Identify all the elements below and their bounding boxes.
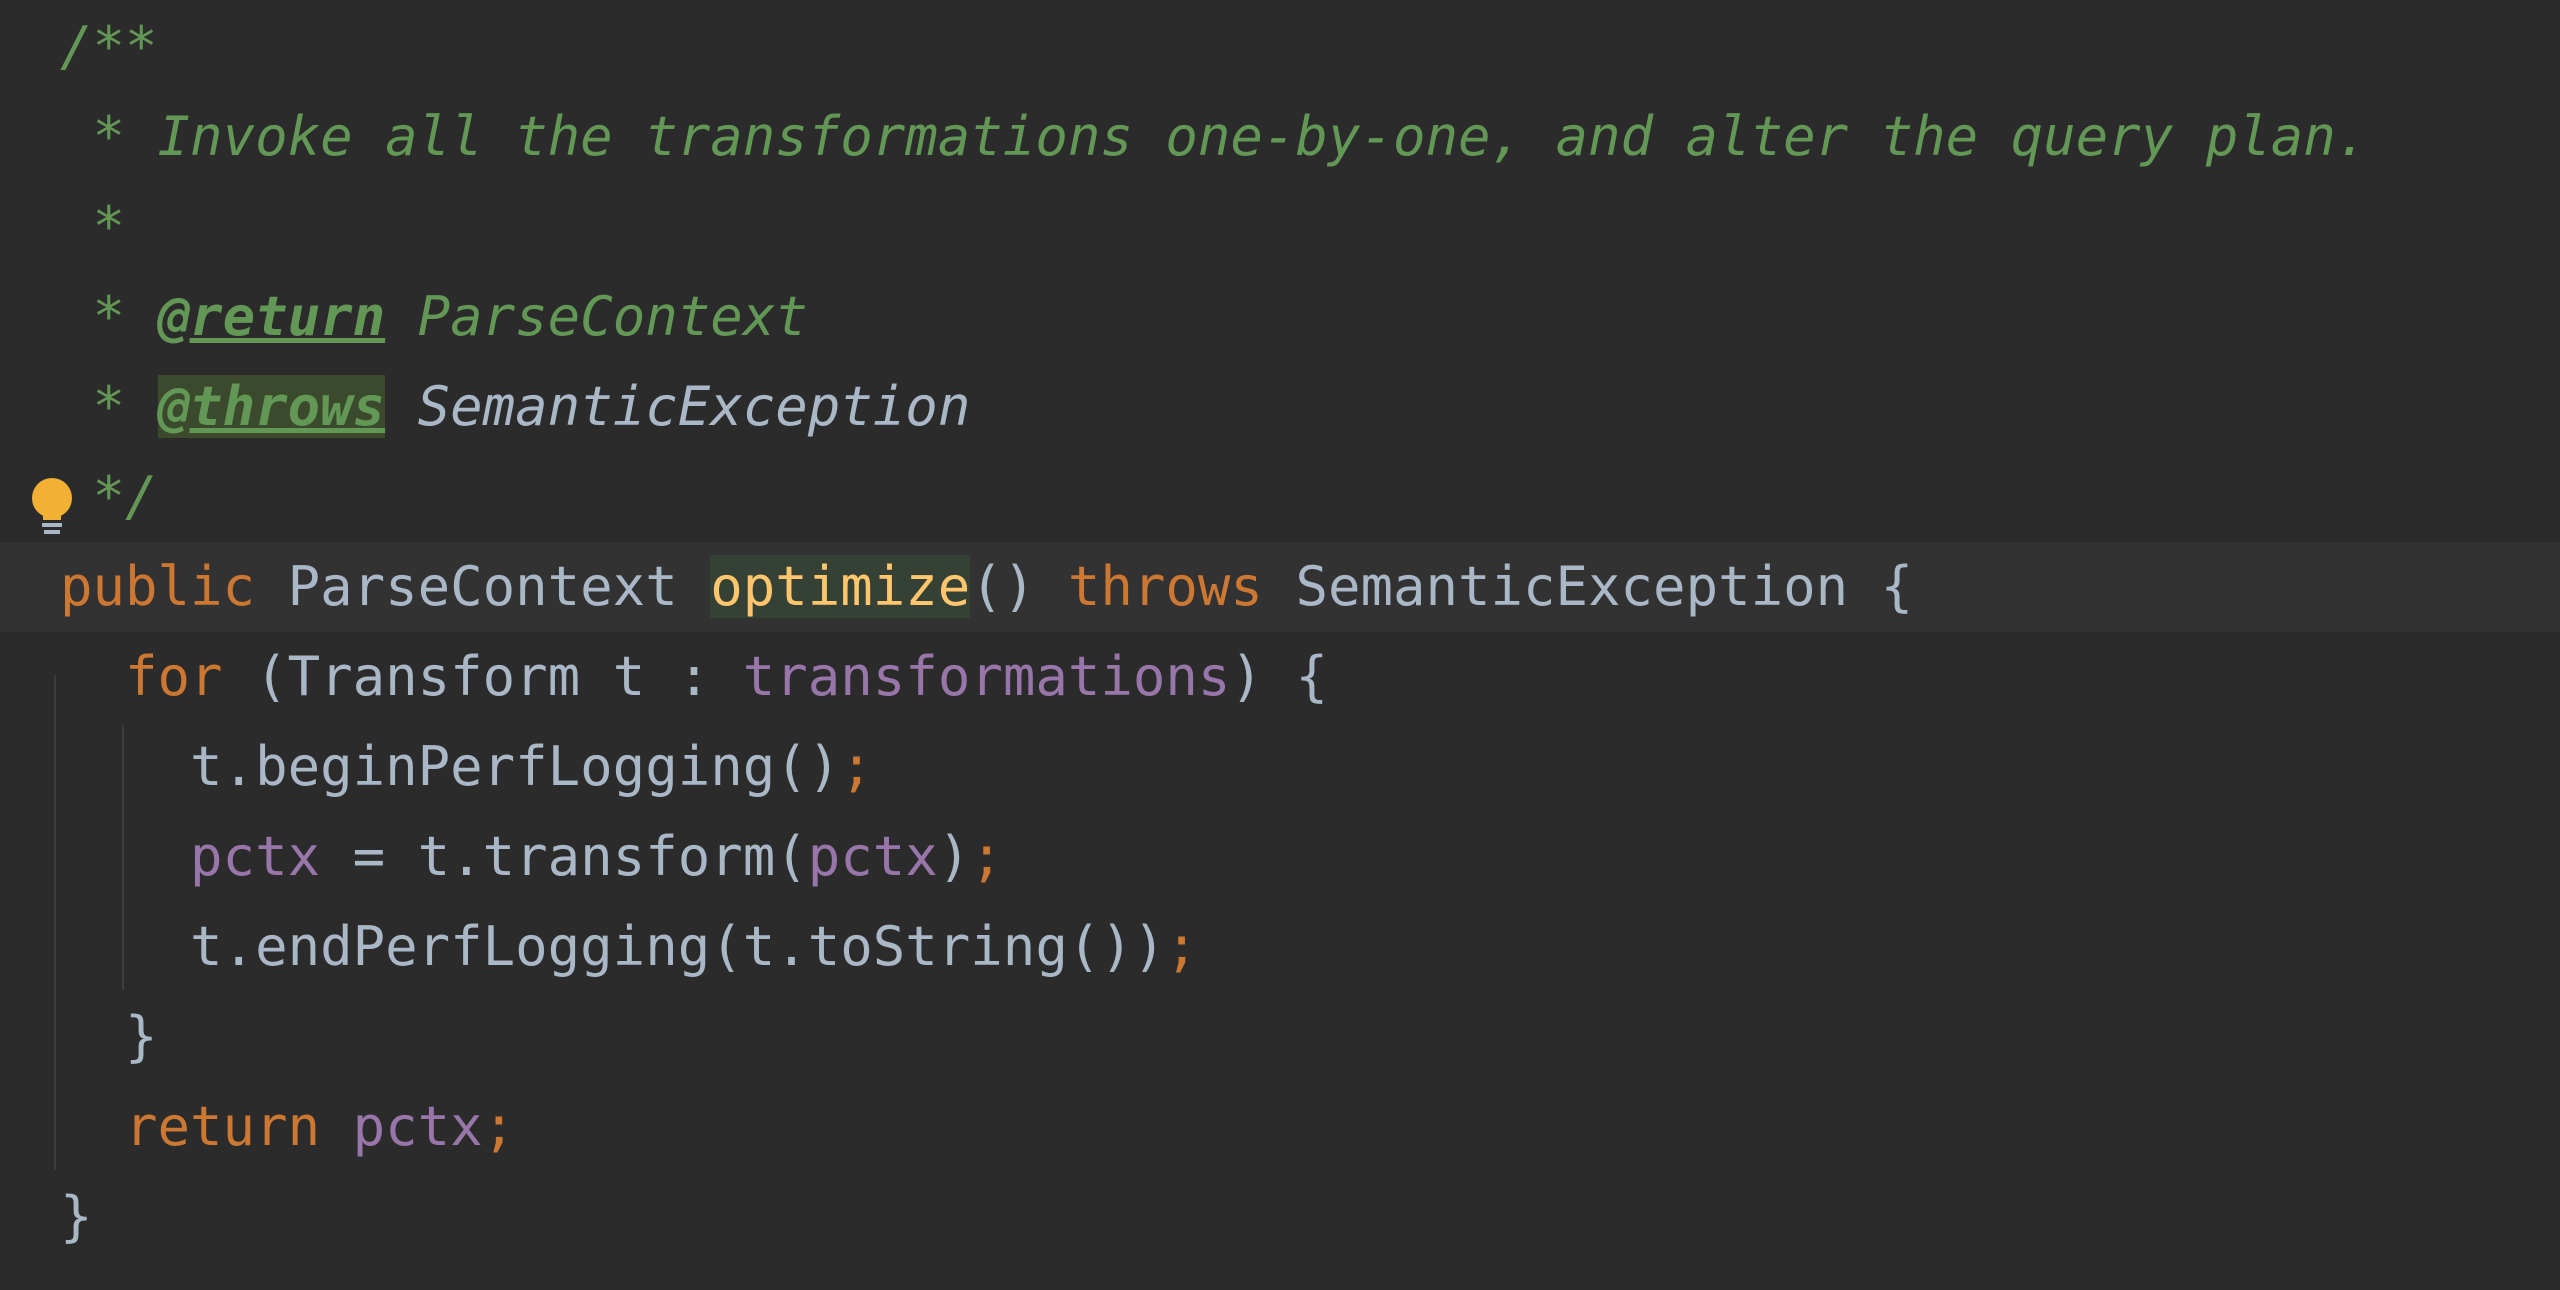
code-line-content: for (Transform t : transformations) { [60, 632, 1328, 722]
code-token: return [60, 1095, 353, 1158]
indent-guide-for [122, 725, 124, 990]
code-line-content: } [60, 992, 158, 1082]
code-line-content: t.beginPerfLogging(); [60, 722, 873, 812]
code-token: ParseContext [287, 555, 711, 618]
code-line[interactable]: public ParseContext optimize() throws Se… [0, 542, 2560, 632]
code-line-content: * @throws SemanticException [60, 362, 970, 452]
code-token: * [60, 195, 126, 258]
code-token: } [60, 1005, 158, 1068]
code-token: ParseContext [385, 285, 808, 348]
code-line[interactable]: } [0, 1172, 2560, 1262]
code-token: * [60, 375, 158, 438]
code-line[interactable]: /** [0, 2, 2560, 92]
code-line-content: public ParseContext optimize() throws Se… [60, 542, 1913, 632]
code-token: pctx [190, 825, 321, 888]
code-line-content: * [60, 182, 126, 272]
code-line[interactable]: pctx = t.transform(pctx); [0, 812, 2560, 902]
code-line[interactable]: */ [0, 452, 2560, 542]
code-token: SemanticException { [1295, 555, 1914, 618]
code-line-content: return pctx; [60, 1082, 515, 1172]
code-token: t.beginPerfLogging() [60, 735, 841, 798]
code-token: } [60, 1185, 93, 1248]
code-token: SemanticException [417, 375, 971, 438]
code-line[interactable]: t.beginPerfLogging(); [0, 722, 2560, 812]
code-token: pctx [807, 825, 938, 888]
code-token: /** [60, 15, 158, 78]
code-line[interactable]: return pctx; [0, 1082, 2560, 1172]
code-token: for [60, 645, 256, 708]
code-line-content: pctx = t.transform(pctx); [60, 812, 1003, 902]
lightbulb-icon[interactable] [28, 476, 76, 540]
code-line-content: * @return ParseContext [60, 272, 808, 362]
code-token: @return [157, 285, 386, 348]
code-token: ; [840, 735, 873, 798]
code-token: t.endPerfLogging(t.toString()) [60, 915, 1166, 978]
code-line[interactable]: t.endPerfLogging(t.toString()); [0, 902, 2560, 992]
code-line[interactable]: * [0, 182, 2560, 272]
code-line-content: } [60, 1172, 93, 1262]
code-token: () [970, 555, 1068, 618]
code-line-content: t.endPerfLogging(t.toString()); [60, 902, 1198, 992]
code-token: public [60, 555, 288, 618]
code-token: * [60, 285, 158, 348]
code-line[interactable]: for (Transform t : transformations) { [0, 632, 2560, 722]
code-token: throws [1067, 555, 1296, 618]
code-line[interactable]: * @throws SemanticException [0, 362, 2560, 452]
code-editor[interactable]: } return pctx; } t.endPerfLogging(t.toSt… [0, 0, 2560, 1290]
code-token: (Transform t : [255, 645, 743, 708]
code-token: = t.transform( [320, 825, 808, 888]
code-token: @throws [157, 375, 386, 438]
code-line[interactable]: } [0, 992, 2560, 1082]
code-line[interactable]: * @return ParseContext [0, 272, 2560, 362]
code-token: transformations [742, 645, 1231, 708]
code-line-content: /** [60, 2, 158, 92]
code-token: optimize [710, 555, 971, 618]
code-line-content: * Invoke all the transformations one-by-… [60, 92, 2369, 182]
indent-guide-method [54, 675, 56, 1170]
code-token: ; [1165, 915, 1198, 978]
code-token: ; [970, 825, 1003, 888]
code-token: pctx [352, 1095, 483, 1158]
code-token: * Invoke all the transformations one-by-… [60, 105, 2369, 168]
code-token: ) { [1230, 645, 1328, 708]
code-line[interactable]: * Invoke all the transformations one-by-… [0, 92, 2560, 182]
code-token: ) [937, 825, 971, 888]
code-token: ; [482, 1095, 516, 1158]
